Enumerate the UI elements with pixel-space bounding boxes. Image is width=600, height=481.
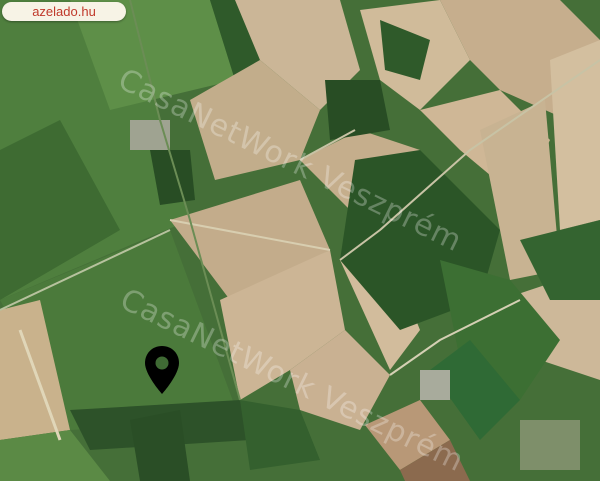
satellite-imagery (0, 0, 600, 481)
map-pin-icon[interactable] (143, 344, 181, 396)
site-logo-badge[interactable]: azelado.hu (2, 2, 126, 21)
satellite-map[interactable]: CasaNetWork Veszprém CasaNetWork Veszpré… (0, 0, 600, 481)
